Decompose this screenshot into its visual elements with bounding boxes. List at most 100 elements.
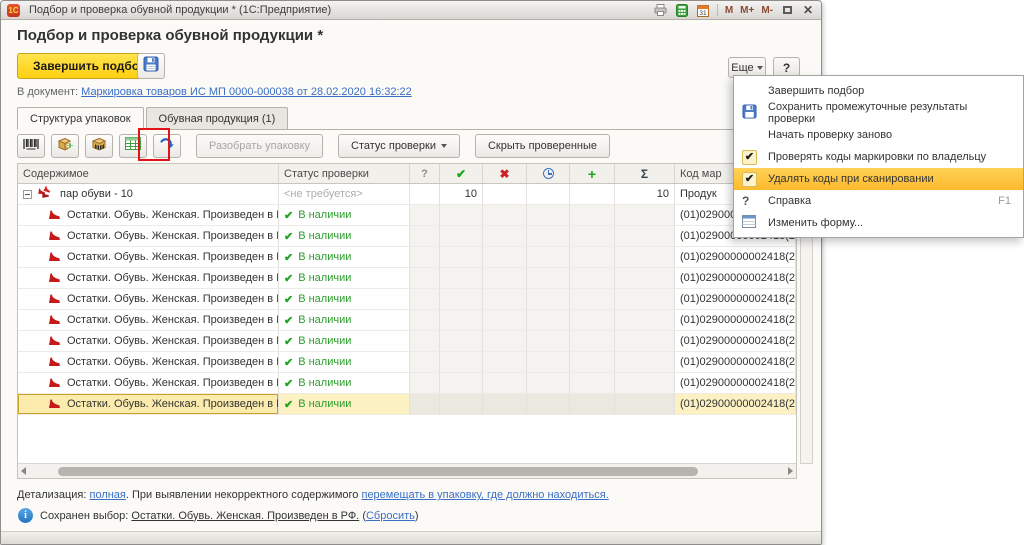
- column-header-cross-icon[interactable]: ✖: [483, 164, 527, 183]
- item-clock-cell[interactable]: [527, 373, 570, 393]
- item-plus-cell[interactable]: [570, 352, 615, 372]
- item-code-cell[interactable]: (01)02900000002418(2: [675, 352, 796, 372]
- item-sigma-cell[interactable]: [615, 268, 675, 288]
- menu-item-delete-codes-on-scan[interactable]: ✔ Удалять коды при сканировании: [734, 168, 1023, 190]
- item-code-cell[interactable]: (01)02900000002418(2: [675, 394, 796, 414]
- printer-icon[interactable]: [654, 4, 668, 17]
- tab-packing-structure[interactable]: Структура упаковок: [17, 107, 144, 130]
- item-status-cell[interactable]: ✔ В наличии: [279, 289, 410, 309]
- item-name-cell[interactable]: Остатки. Обувь. Женская. Произведен в РФ: [18, 226, 279, 246]
- contents-table-button[interactable]: [119, 134, 147, 158]
- item-status-cell[interactable]: ✔ В наличии: [279, 394, 410, 414]
- table-row[interactable]: Остатки. Обувь. Женская. Произведен в РФ…: [18, 226, 796, 247]
- item-name-cell[interactable]: Остатки. Обувь. Женская. Произведен в РФ: [18, 331, 279, 351]
- move-to-package-link[interactable]: перемещать в упаковку, где должно находи…: [361, 489, 608, 501]
- menu-item-help[interactable]: ? Справка F1: [734, 190, 1023, 212]
- menu-item-change-form[interactable]: Изменить форму...: [734, 212, 1023, 234]
- item-question-cell[interactable]: [410, 373, 440, 393]
- item-ok-cell[interactable]: [440, 226, 483, 246]
- item-name-cell[interactable]: Остатки. Обувь. Женская. Произведен в РФ: [18, 247, 279, 267]
- item-clock-cell[interactable]: [527, 310, 570, 330]
- item-ok-cell[interactable]: [440, 331, 483, 351]
- item-code-cell[interactable]: (01)02900000002418(2: [675, 310, 796, 330]
- item-ok-cell[interactable]: [440, 373, 483, 393]
- group-name-cell[interactable]: пар обуви - 10: [18, 184, 279, 204]
- group-status-cell[interactable]: <не требуется>: [279, 184, 410, 204]
- check-status-button[interactable]: Статус проверки: [338, 134, 460, 158]
- checkbox-checked-icon[interactable]: ✔: [742, 150, 757, 165]
- item-status-cell[interactable]: ✔ В наличии: [279, 226, 410, 246]
- item-sigma-cell[interactable]: [615, 352, 675, 372]
- item-plus-cell[interactable]: [570, 268, 615, 288]
- item-clock-cell[interactable]: [527, 352, 570, 372]
- document-link[interactable]: Маркировка товаров ИС МП 0000-000038 от …: [81, 86, 412, 98]
- table-row[interactable]: Остатки. Обувь. Женская. Произведен в РФ…: [18, 373, 796, 394]
- item-cross-cell[interactable]: [483, 373, 527, 393]
- checkbox-checked-icon[interactable]: ✔: [742, 172, 757, 187]
- item-status-cell[interactable]: ✔ В наличии: [279, 331, 410, 351]
- hide-checked-button[interactable]: Скрыть проверенные: [475, 134, 610, 158]
- item-cross-cell[interactable]: [483, 268, 527, 288]
- item-name-cell[interactable]: Остатки. Обувь. Женская. Произведен в РФ: [18, 373, 279, 393]
- item-status-cell[interactable]: ✔ В наличии: [279, 205, 410, 225]
- item-name-cell[interactable]: Остатки. Обувь. Женская. Произведен в РФ: [18, 289, 279, 309]
- item-question-cell[interactable]: [410, 205, 440, 225]
- column-header-sigma-icon[interactable]: Σ: [615, 164, 675, 183]
- item-clock-cell[interactable]: [527, 247, 570, 267]
- item-cross-cell[interactable]: [483, 394, 527, 414]
- memory-m-minus-button[interactable]: M-: [761, 5, 773, 16]
- maximize-button[interactable]: [780, 4, 794, 17]
- item-sigma-cell[interactable]: [615, 289, 675, 309]
- scroll-right-icon[interactable]: [788, 467, 793, 475]
- menu-item-save-intermediate[interactable]: Сохранить промежуточные результаты прове…: [734, 102, 1023, 124]
- item-cross-cell[interactable]: [483, 310, 527, 330]
- item-code-cell[interactable]: (01)02900000002418(2: [675, 331, 796, 351]
- scan-barcode-button[interactable]: [17, 134, 45, 158]
- item-plus-cell[interactable]: [570, 205, 615, 225]
- memory-m-plus-button[interactable]: M+: [740, 5, 754, 16]
- item-code-cell[interactable]: (01)02900000002418(2: [675, 247, 796, 267]
- group-plus-cell[interactable]: [570, 184, 615, 204]
- item-question-cell[interactable]: [410, 352, 440, 372]
- item-ok-cell[interactable]: [440, 394, 483, 414]
- item-question-cell[interactable]: [410, 394, 440, 414]
- table-row[interactable]: Остатки. Обувь. Женская. Произведен в РФ…: [18, 247, 796, 268]
- item-name-cell[interactable]: Остатки. Обувь. Женская. Произведен в РФ: [18, 205, 279, 225]
- table-row[interactable]: Остатки. Обувь. Женская. Произведен в РФ…: [18, 310, 796, 331]
- item-clock-cell[interactable]: [527, 289, 570, 309]
- item-cross-cell[interactable]: [483, 352, 527, 372]
- scroll-left-icon[interactable]: [21, 467, 26, 475]
- item-clock-cell[interactable]: [527, 268, 570, 288]
- item-plus-cell[interactable]: [570, 247, 615, 267]
- item-cross-cell[interactable]: [483, 331, 527, 351]
- table-group-row[interactable]: пар обуви - 10 <не требуется> 10 10 Прод…: [18, 184, 796, 205]
- item-plus-cell[interactable]: [570, 373, 615, 393]
- item-ok-cell[interactable]: [440, 352, 483, 372]
- item-status-cell[interactable]: ✔ В наличии: [279, 247, 410, 267]
- calendar-icon[interactable]: 31: [696, 4, 710, 17]
- memory-m-button[interactable]: M: [725, 5, 733, 16]
- group-question-cell[interactable]: [410, 184, 440, 204]
- item-clock-cell[interactable]: [527, 394, 570, 414]
- tab-footwear-products[interactable]: Обувная продукция (1): [146, 107, 289, 129]
- item-ok-cell[interactable]: [440, 268, 483, 288]
- item-code-cell[interactable]: (01)02900000002418(2: [675, 373, 796, 393]
- rescan-arrow-button[interactable]: [153, 134, 181, 158]
- table-row[interactable]: Остатки. Обувь. Женская. Произведен в РФ…: [18, 331, 796, 352]
- column-header-check-icon[interactable]: ✔: [440, 164, 483, 183]
- save-button[interactable]: [137, 53, 165, 79]
- column-header-question-icon[interactable]: ?: [410, 164, 440, 183]
- item-plus-cell[interactable]: [570, 394, 615, 414]
- horizontal-scrollbar[interactable]: [18, 463, 796, 478]
- item-question-cell[interactable]: [410, 226, 440, 246]
- menu-item-check-codes-by-owner[interactable]: ✔ Проверять коды маркировки по владельцу: [734, 146, 1023, 168]
- item-sigma-cell[interactable]: [615, 310, 675, 330]
- table-row[interactable]: Остатки. Обувь. Женская. Произведен в РФ…: [18, 205, 796, 226]
- menu-item-restart-check[interactable]: Начать проверку заново: [734, 124, 1023, 146]
- reset-link[interactable]: Сбросить: [366, 510, 415, 522]
- item-plus-cell[interactable]: [570, 226, 615, 246]
- item-name-cell[interactable]: Остатки. Обувь. Женская. Произведен в РФ: [18, 352, 279, 372]
- item-sigma-cell[interactable]: [615, 205, 675, 225]
- item-question-cell[interactable]: [410, 268, 440, 288]
- column-header-clock-icon[interactable]: [527, 164, 570, 183]
